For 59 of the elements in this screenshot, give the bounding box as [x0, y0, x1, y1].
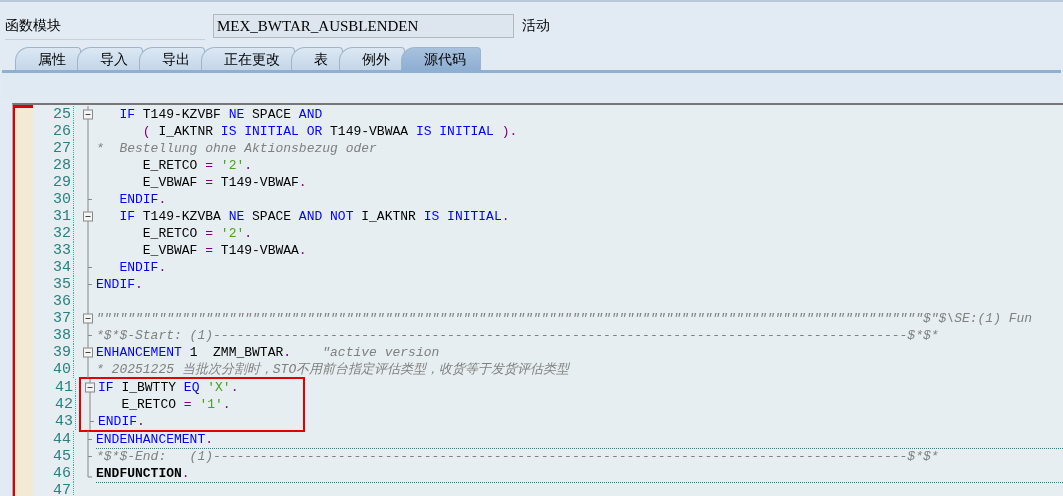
code-line: IF I_BWTTY EQ 'X'. — [98, 379, 239, 396]
line-number: 25 — [33, 106, 74, 123]
code-line: E_VBWAF = T149-VBWAF. — [141, 174, 307, 191]
code-line: ENDIF. — [118, 259, 167, 276]
tab[interactable]: 例外 — [339, 47, 405, 70]
line-number: 47 — [33, 482, 74, 496]
function-module-field[interactable]: MEX_BWTAR_AUSBLENDEN — [213, 14, 514, 38]
code-line: ENDENHANCEMENT. — [96, 430, 1063, 449]
collapse-icon[interactable] — [82, 310, 94, 327]
line-number: 43 — [35, 413, 76, 430]
code-line: E_RETCO = '1'. — [120, 396, 231, 413]
line-number: 40 — [33, 361, 74, 378]
line-number: 36 — [33, 293, 74, 310]
code-line: E_RETCO = '2'. — [141, 157, 253, 174]
line-number: 37 — [33, 310, 74, 327]
code-line: ENDIF. — [118, 191, 167, 208]
collapse-icon[interactable] — [84, 379, 96, 396]
line-number: 38 — [33, 327, 74, 344]
line-number: 27 — [33, 140, 74, 157]
code-line: * 20251225 当批次分割时，STO不用前台指定评估类型，收货等于发货评估类型 — [96, 361, 570, 378]
code-line: ENDIF. — [96, 276, 143, 293]
collapse-icon[interactable] — [82, 344, 94, 361]
code-line: E_VBWAF = T149-VBWAA. — [141, 242, 307, 259]
line-number: 30 — [33, 191, 74, 208]
code-line: ENHANCEMENT 1 ZMM_BWTAR. "active version — [96, 344, 440, 361]
status-text: 活动 — [522, 17, 550, 35]
line-number: 42 — [35, 396, 76, 413]
code-line: ENDIF. — [98, 413, 145, 430]
line-number: 29 — [33, 174, 74, 191]
line-number: 28 — [33, 157, 74, 174]
collapse-icon[interactable] — [82, 208, 94, 225]
code-line: *$*$-Start: (1)-----------------------------------------------------------------------------------------$*$* — [96, 327, 939, 344]
code-line: """"""""""""""""""""""""""""""""""""""""""""""""""""""""""""""""""""""""""""""""""""""""""""""""""""""""""$"$\SE:(1) Fun — [96, 310, 1033, 327]
code-line: *$*$-End: (1)-----------------------------------------------------------------------------------------$*$* — [96, 448, 939, 465]
code-line: IF T149-KZVBF NE SPACE AND — [118, 106, 323, 123]
line-number: 26 — [33, 123, 74, 140]
tab[interactable]: 导入 — [77, 47, 143, 70]
collapse-icon[interactable] — [82, 106, 94, 123]
tab[interactable]: 属性 — [15, 47, 81, 70]
code-line: ENDFUNCTION. — [96, 464, 1063, 483]
line-number: 39 — [33, 344, 74, 361]
tab[interactable]: 正在更改 — [201, 47, 295, 70]
code-line: * Bestellung ohne Aktionsbezug oder — [96, 140, 377, 157]
tab[interactable]: 表 — [291, 47, 343, 70]
code-line: E_RETCO = '2'. — [141, 225, 253, 242]
tab[interactable]: 源代码 — [401, 47, 481, 70]
line-number: 46 — [33, 465, 74, 482]
line-number: 41 — [35, 379, 76, 396]
line-number: 35 — [33, 276, 74, 293]
line-number: 34 — [33, 259, 74, 276]
field-label: 函数模块 — [5, 12, 205, 40]
line-number: 33 — [33, 242, 74, 259]
line-number: 44 — [33, 431, 74, 448]
line-number: 31 — [33, 208, 74, 225]
tab[interactable]: 导出 — [139, 47, 205, 70]
code-line: IF T149-KZVBA NE SPACE AND NOT I_AKTNR IS INITIAL. — [118, 208, 510, 225]
line-number: 32 — [33, 225, 74, 242]
line-number: 45 — [33, 448, 74, 465]
code-line: ( I_AKTNR IS INITIAL OR T149-VBWAA IS INITIAL ). — [141, 123, 518, 140]
